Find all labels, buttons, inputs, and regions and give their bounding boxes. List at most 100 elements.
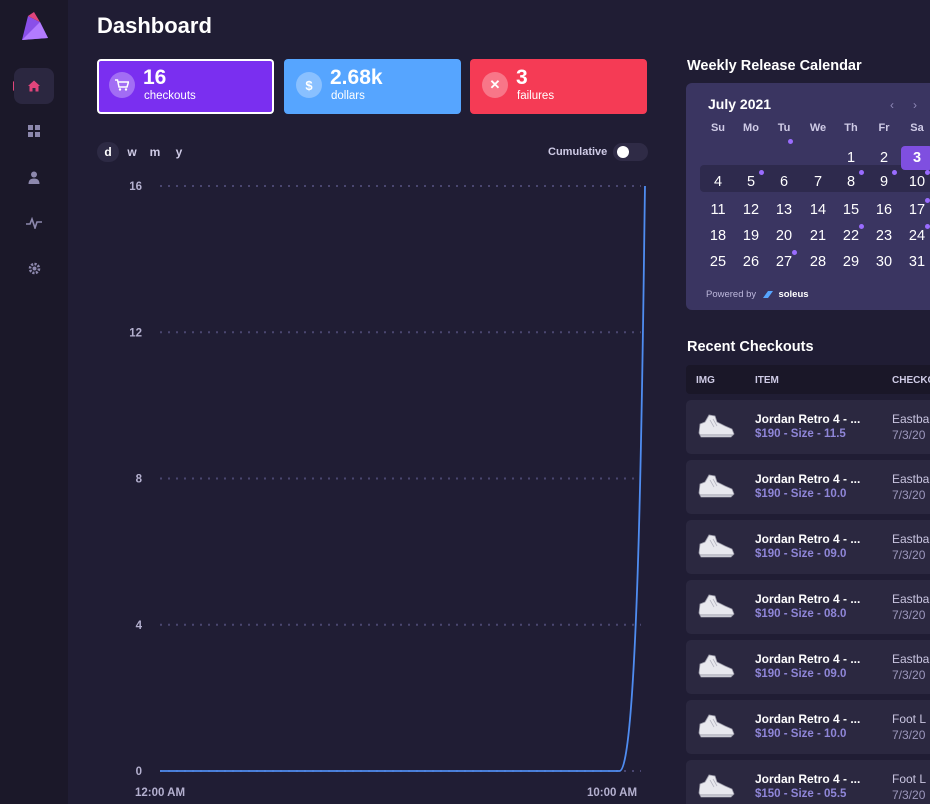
calendar-day[interactable]: 12 <box>735 198 767 222</box>
calendar-day[interactable]: 14 <box>802 198 834 222</box>
calendar-day[interactable]: 18 <box>702 224 734 248</box>
calendar-day[interactable]: 28 <box>802 250 834 274</box>
stat-checkouts[interactable]: 16 checkouts <box>97 59 274 114</box>
calendar-day[interactable]: 1 <box>835 146 867 170</box>
x-icon: ✕ <box>482 72 508 98</box>
calendar-day[interactable]: 7 <box>802 170 834 194</box>
item-name: Jordan Retro 4 - ... <box>755 412 861 426</box>
calendar-day[interactable]: 31 <box>901 250 930 274</box>
checkout-row[interactable]: Jordan Retro 4 - ... $190 - Size - 09.0 Ea… <box>686 640 930 694</box>
checkout-date: 7/3/20 <box>892 668 926 682</box>
item-name: Jordan Retro 4 - ... <box>755 532 861 546</box>
sidebar <box>0 0 68 804</box>
y-tick-label: 16 <box>129 181 142 193</box>
item-name: Jordan Retro 4 - ... <box>755 652 861 666</box>
calendar-day[interactable]: 6 <box>768 170 800 194</box>
stat-label: failures <box>517 90 555 102</box>
stat-value: 2.68k <box>330 66 383 89</box>
calendar-day[interactable]: 23 <box>868 224 900 248</box>
calendar-month: July 2021 <box>708 96 772 112</box>
checkout-row[interactable]: Jordan Retro 4 - ... $150 - Size - 05.5 Fo… <box>686 760 930 804</box>
nav-analytics[interactable] <box>14 205 54 241</box>
calendar-day[interactable]: 15 <box>835 198 867 222</box>
calendar-day[interactable]: 4 <box>702 170 734 194</box>
release-calendar: July 2021 ‹ › Su Mo Tu We Th Fr Sa 1 2 3 4 5 6 7 8 9 10 1… <box>686 83 930 310</box>
calendar-day[interactable]: 30 <box>868 250 900 274</box>
stat-dollars[interactable]: $ 2.68k dollars <box>284 59 461 114</box>
item-price-size: $190 - Size - 10.0 <box>755 728 847 740</box>
period-day[interactable]: d <box>97 142 119 162</box>
powered-by-label: Powered by <box>706 289 757 300</box>
nav-home[interactable] <box>14 68 54 104</box>
checkout-store: Eastba <box>892 532 930 546</box>
shoe-image <box>696 411 736 441</box>
cart-icon <box>109 72 135 98</box>
nav-settings[interactable] <box>14 250 54 286</box>
calendar-day[interactable]: 25 <box>702 250 734 274</box>
checkouts-table-header: IMG ITEM CHECKO <box>686 365 930 394</box>
checkout-store: Foot L <box>892 772 927 786</box>
shoe-image <box>696 771 736 801</box>
calendar-title: Weekly Release Calendar <box>687 58 862 74</box>
calendar-day[interactable]: 19 <box>735 224 767 248</box>
checkout-row[interactable]: Jordan Retro 4 - ... $190 - Size - 08.0 Ea… <box>686 580 930 634</box>
calendar-day[interactable]: 26 <box>735 250 767 274</box>
release-dot <box>859 170 864 175</box>
calendar-day[interactable]: 2 <box>868 146 900 170</box>
item-name: Jordan Retro 4 - ... <box>755 472 861 486</box>
weekday-label: Su <box>710 122 726 134</box>
checkout-row[interactable]: Jordan Retro 4 - ... $190 - Size - 10.0 Ea… <box>686 460 930 514</box>
checkout-row[interactable]: Jordan Retro 4 - ... $190 - Size - 11.5 Ea… <box>686 400 930 454</box>
nav-tasks[interactable] <box>14 113 54 149</box>
stat-label: checkouts <box>144 90 196 102</box>
shoe-image <box>696 711 736 741</box>
checkout-row[interactable]: Jordan Retro 4 - ... $190 - Size - 09.0 Ea… <box>686 520 930 574</box>
checkout-date: 7/3/20 <box>892 488 926 502</box>
weekday-label: Mo <box>743 122 759 134</box>
release-dot <box>859 224 864 229</box>
checkout-date: 7/3/20 <box>892 788 926 802</box>
period-month[interactable]: m <box>147 142 163 162</box>
recent-checkouts-title: Recent Checkouts <box>687 339 814 355</box>
checkout-store: Eastba <box>892 592 930 606</box>
checkout-store: Eastba <box>892 472 930 486</box>
release-dot <box>925 224 930 229</box>
nav-profiles[interactable] <box>14 159 54 195</box>
toggle-knob <box>617 146 629 158</box>
checkout-store: Eastba <box>892 412 930 426</box>
item-price-size: $150 - Size - 05.5 <box>755 788 847 800</box>
calendar-day[interactable]: 21 <box>802 224 834 248</box>
period-week[interactable]: w <box>124 142 140 162</box>
calendar-day[interactable]: 16 <box>868 198 900 222</box>
checkouts-chart: 0 4 8 12 16 12:00 AM 10:00 AM <box>129 181 646 799</box>
calendar-day[interactable]: 29 <box>835 250 867 274</box>
checkout-date: 7/3/20 <box>892 548 926 562</box>
cumulative-toggle[interactable] <box>613 143 648 161</box>
calendar-day-today[interactable]: 3 <box>901 146 930 170</box>
next-month-button[interactable]: › <box>913 98 917 112</box>
checkout-row[interactable]: Jordan Retro 4 - ... $190 - Size - 10.0 Fo… <box>686 700 930 754</box>
calendar-day[interactable]: 11 <box>702 198 734 222</box>
item-name: Jordan Retro 4 - ... <box>755 712 861 726</box>
calendar-day[interactable]: 13 <box>768 198 800 222</box>
gear-icon <box>28 262 40 274</box>
prev-month-button[interactable]: ‹ <box>890 98 894 112</box>
checkout-date: 7/3/20 <box>892 728 926 742</box>
x-tick-label: 12:00 AM <box>135 787 185 799</box>
soleus-logo-icon <box>762 290 773 298</box>
column-header: ITEM <box>755 375 779 386</box>
calendar-day[interactable]: 20 <box>768 224 800 248</box>
checkout-date: 7/3/20 <box>892 608 926 622</box>
y-tick-label: 0 <box>136 766 142 778</box>
cumulative-label: Cumulative <box>548 146 608 158</box>
item-price-size: $190 - Size - 11.5 <box>755 428 846 440</box>
stat-failures[interactable]: ✕ 3 failures <box>470 59 647 114</box>
app-logo-icon[interactable] <box>20 12 50 42</box>
period-year[interactable]: y <box>171 142 187 162</box>
stat-value: 16 <box>143 66 167 89</box>
shoe-image <box>696 591 736 621</box>
release-dot <box>892 170 897 175</box>
release-dot <box>925 198 930 203</box>
item-price-size: $190 - Size - 10.0 <box>755 488 847 500</box>
pulse-icon <box>26 217 42 229</box>
